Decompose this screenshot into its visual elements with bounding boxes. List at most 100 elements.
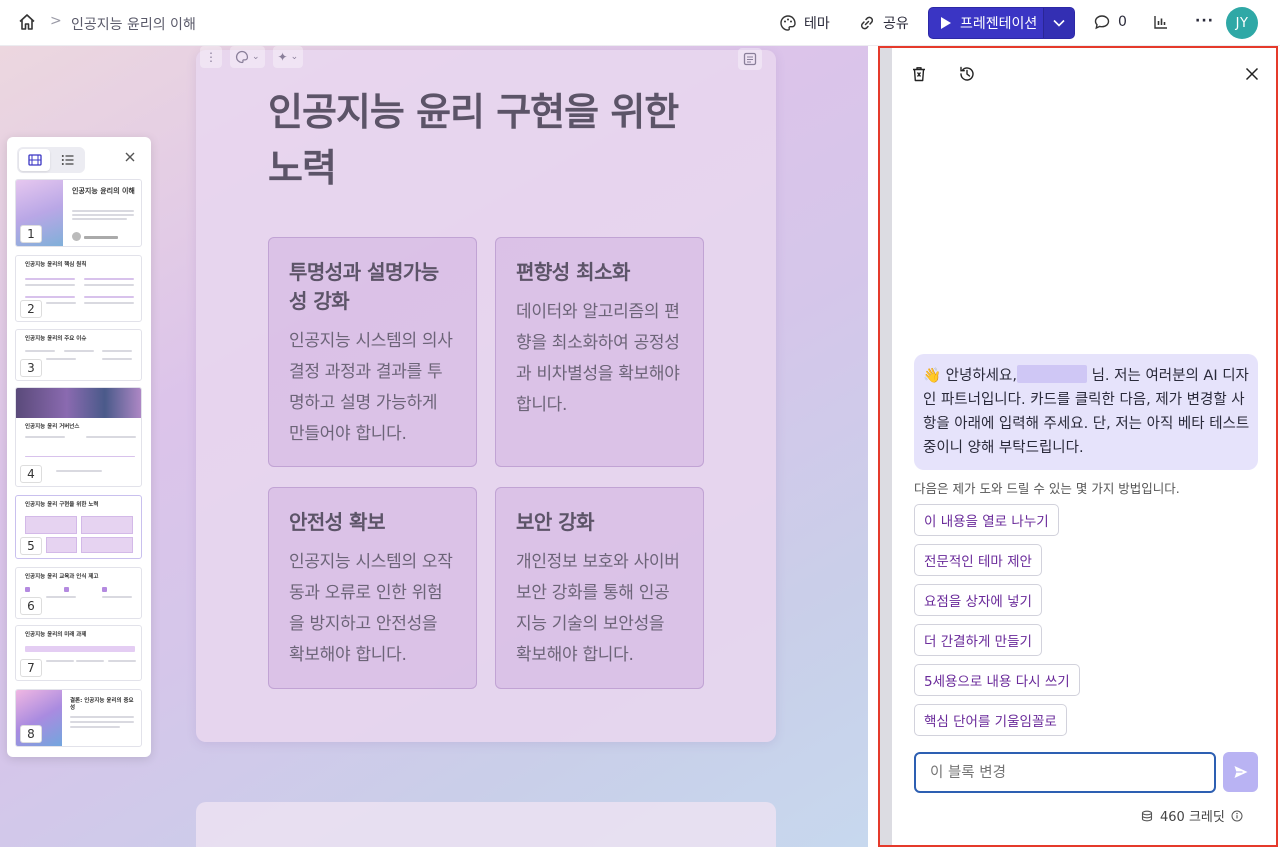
thumbnail-text [70,716,134,718]
thumbnail-title: 인공지능 윤리 구현을 위한 노력 [25,502,99,508]
bar-chart-icon [1154,16,1167,29]
card-style-button[interactable]: ⌄ [230,46,265,68]
slide-number: 3 [20,359,42,377]
share-button[interactable]: 공유 [858,13,909,33]
box-heading: 안전성 확보 [289,510,385,534]
ai-chat-panel: 👋 안녕하세요, 님. 저는 여러분의 AI 디자인 파트너입니다. 카드를 클… [878,46,1278,847]
thumbnail-box [46,537,77,553]
thumbnail-image [16,388,141,418]
thumbnail-text [72,218,127,220]
box-heading: 투명성과 설명가능성 강화 [289,260,439,313]
chevron-down-icon: ⌄ [290,52,299,62]
suggestions-helper-text: 다음은 제가 도와 드릴 수 있는 몇 가지 방법입니다. [914,481,1180,496]
slide-number: 2 [20,300,42,318]
thumbnail-title: 인공지능 윤리의 이해 [72,187,135,195]
thumbnail-text [25,278,75,280]
more-label: ··· [1195,13,1214,29]
suggestion-button[interactable]: 이 내용을 열로 나누기 [914,504,1059,536]
thumbnail-text [102,350,132,352]
thumbnail-text [86,436,136,438]
notes-icon [743,52,757,66]
speaker-notes-button[interactable] [738,48,762,70]
ai-greeting-message: 👋 안녕하세요, 님. 저는 여러분의 AI 디자인 파트너입니다. 카드를 클… [914,354,1258,470]
panel-resize-handle[interactable] [880,48,892,845]
credits-indicator[interactable]: 460 크레딧 [1140,806,1243,825]
suggestion-button[interactable]: 핵심 단어를 기울임꼴로 [914,704,1067,736]
thumbnail-text [84,278,134,280]
list-view-button[interactable] [52,149,83,171]
thumbnail-text [25,284,75,286]
thumbnail-title: 인공지능 윤리의 미래 과제 [25,632,87,638]
slide-thumbnail-3[interactable]: 인공지능 윤리의 주요 이슈 3 [15,329,142,381]
analytics-button[interactable] [1152,13,1170,31]
card-toolbar: ⋮ ⌄ ✦ ⌄ [200,46,304,68]
thumbnail-icon [64,587,69,592]
thumbnail-text [72,210,134,212]
close-icon[interactable] [123,150,137,164]
slide-thumbnail-7[interactable]: 인공지능 윤리의 미래 과제 7 [15,625,142,681]
slide-thumbnail-5[interactable]: 인공지능 윤리 구현을 위한 노력 5 [15,495,142,559]
slide-number: 1 [20,225,42,243]
breadcrumb-current[interactable]: 인공지능 윤리의 이해 [71,14,196,34]
home-icon[interactable] [17,12,37,32]
thumbnail-text [46,596,76,598]
theme-button[interactable]: 테마 [779,13,830,33]
box-body: 개인정보 보호와 사이버 보안 강화를 통해 인공지능 기술의 보안성을 확보해… [516,552,680,665]
present-button[interactable]: 프레젠테이션 [929,8,1043,38]
box-heading: 보안 강화 [516,510,595,534]
thumbnail-text [84,284,134,286]
history-icon[interactable] [957,64,977,84]
thumbnail-text [56,470,102,472]
thumbnail-box [81,537,133,553]
content-box-transparency[interactable]: 투명성과 설명가능성 강화 인공지능 시스템의 의사결정 과정과 결과를 투명하… [268,237,477,467]
slide-thumbnail-1[interactable]: 인공지능 윤리의 이해 1 [15,179,142,247]
suggestion-button[interactable]: 요점을 상자에 넣기 [914,584,1042,616]
present-options-button[interactable] [1043,8,1074,38]
box-heading: 편향성 최소화 [516,260,630,284]
grid-view-button[interactable] [19,149,50,171]
content-box-bias[interactable]: 편향성 최소화 데이터와 알고리즘의 편향을 최소화하여 공정성과 비차별성을 … [495,237,704,467]
thumbnail-title: 인공지능 윤리 거버넌스 [25,424,80,430]
redacted-username [1016,365,1087,383]
thumbnail-author-avatar [72,232,81,241]
send-button[interactable] [1223,752,1258,792]
suggestion-button[interactable]: 5세용으로 내용 다시 쓰기 [914,664,1080,696]
ai-edit-button[interactable]: ✦ ⌄ [272,46,304,68]
info-icon[interactable] [1231,810,1243,822]
thumbnail-text [102,596,132,598]
close-icon[interactable] [1242,64,1262,84]
box-body: 인공지능 시스템의 오작동과 오류로 인한 위험을 방지하고 안전성을 확보해야… [289,552,453,665]
slide-number: 6 [20,597,42,615]
slide-number: 8 [20,725,42,743]
comments-count: 0 [1118,14,1127,30]
slide-title[interactable]: 인공지능 윤리 구현을 위한 노력 [268,84,708,196]
comment-icon [1094,15,1110,30]
thumbnail-text [76,660,104,662]
thumbnail-text [84,296,134,298]
palette-icon [780,15,796,31]
chat-input[interactable] [914,752,1216,793]
thumbnail-text [25,350,55,352]
thumbnail-text [70,721,134,723]
content-box-security[interactable]: 보안 강화 개인정보 보호와 사이버 보안 강화를 통해 인공지능 기술의 보안… [495,487,704,689]
thumbnail-box [25,516,77,534]
more-button[interactable]: ··· [1195,13,1214,29]
box-body: 인공지능 시스템의 의사결정 과정과 결과를 투명하고 설명 가능하게 만들어야… [289,331,453,444]
slide-thumbnail-6[interactable]: 인공지능 윤리 교육과 인식 제고 6 [15,567,142,619]
slide-thumbnail-8[interactable]: 결론: 인공지능 윤리의 중요성 8 [15,689,142,747]
slide-thumbnail-2[interactable]: 인공지능 윤리의 핵심 원칙 2 [15,255,142,322]
next-slide-card[interactable] [196,802,776,847]
coins-icon [1141,810,1153,821]
avatar[interactable]: JY [1226,7,1258,39]
content-box-safety[interactable]: 안전성 확보 인공지능 시스템의 오작동과 오류로 인한 위험을 방지하고 안전… [268,487,477,689]
link-icon [860,16,874,30]
trash-icon[interactable] [909,64,929,84]
slide-thumbnail-4[interactable]: 인공지능 윤리 거버넌스 4 [15,387,142,487]
thumbnail-title: 결론: 인공지능 윤리의 중요성 [70,698,134,711]
greeting-text-start: 👋 안녕하세요, [923,368,1017,384]
suggestion-button[interactable]: 전문적인 테마 제안 [914,544,1042,576]
play-icon [941,17,951,29]
drag-handle-icon[interactable]: ⋮ [200,46,222,68]
suggestion-button[interactable]: 더 간결하게 만들기 [914,624,1042,656]
comments-button[interactable]: 0 [1093,13,1127,31]
